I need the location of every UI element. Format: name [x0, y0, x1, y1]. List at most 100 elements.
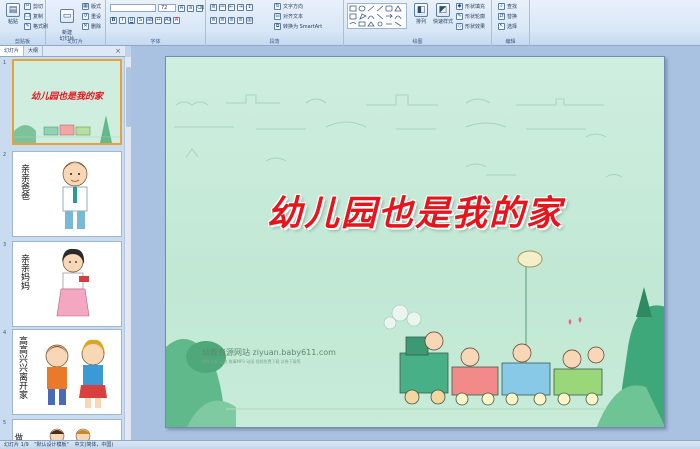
change-case-icon[interactable]: Aa: [164, 17, 171, 24]
slide-number: 5: [3, 420, 7, 426]
slide-count: 幻灯片 1/9: [4, 442, 29, 448]
new-slide-button[interactable]: ▭ 新建 幻灯片: [54, 2, 80, 42]
slide-background-illustration: [166, 94, 664, 427]
panel-scrollbar[interactable]: [124, 57, 131, 440]
layout-icon: ▦: [82, 3, 89, 10]
mother-illustration: [56, 248, 90, 317]
justify-icon[interactable]: ≡: [237, 17, 244, 24]
clipboard-label: 剪贴板: [14, 39, 30, 45]
cut-button[interactable]: ✂ 剪切: [24, 3, 43, 10]
drawing-group: ◧ 排列 ◩ 快速样式 ◆ 形状填充 ✎ 形状轮廓 ◇ 形状效果 绘图: [344, 0, 492, 46]
select-icon: ↖: [498, 23, 505, 30]
increase-indent-icon[interactable]: ⇥: [237, 4, 244, 11]
slide-thumbnail-4[interactable]: 高高兴兴离开家: [12, 329, 122, 415]
strikethrough-icon[interactable]: ab: [146, 17, 153, 24]
thumb-text: 亲亲爸爸: [19, 164, 29, 200]
arrange-button[interactable]: ◧ 排列: [410, 2, 432, 32]
line-spacing-icon[interactable]: ↕: [246, 4, 253, 11]
reset-button[interactable]: ↺ 重设: [82, 13, 101, 20]
clear-format-icon[interactable]: ⌫: [196, 4, 204, 12]
panel-tabs: 幻灯片 大纲: [0, 46, 125, 57]
font-name-field[interactable]: [110, 4, 156, 12]
bullets-icon[interactable]: ≡: [210, 4, 217, 11]
align-text-icon: ⊟: [274, 13, 281, 20]
delete-slide-button[interactable]: ✕ 删除: [82, 23, 101, 30]
drawing-label: 绘图: [412, 39, 423, 45]
tab-outline[interactable]: 大纲: [24, 46, 44, 56]
underline-icon[interactable]: U: [128, 17, 135, 24]
grow-font-icon[interactable]: A: [178, 4, 185, 12]
thumb-text: 高高兴兴离开家: [17, 336, 27, 399]
align-right-icon[interactable]: ≡: [228, 17, 235, 24]
shape-fill-button[interactable]: ◆ 形状填充: [456, 3, 485, 10]
outline-pen-icon: ✎: [456, 13, 463, 20]
paste-icon: ▤: [6, 3, 20, 17]
select-button[interactable]: ↖ 选择: [498, 23, 517, 30]
editing-label: 编辑: [505, 39, 516, 45]
align-left-icon[interactable]: ≡: [210, 17, 217, 24]
align-text-button[interactable]: ⊟ 对齐文本: [274, 13, 303, 20]
bold-icon[interactable]: B: [110, 17, 117, 24]
ribbon: ▤ 粘贴 ✂ 剪切 ❐ 复制 ✎ 格式刷 剪贴板 ▭ 新建 幻灯片 ▦ 版式 ↺ 重设 ✕…: [0, 0, 700, 46]
delete-icon: ✕: [82, 23, 89, 30]
status-bar: 幻灯片 1/9 "默认设计模板" 中文(简体，中国): [0, 440, 700, 449]
slide-thumbnail-2[interactable]: 亲亲爸爸: [12, 151, 122, 237]
thumb-scene-illustration: [14, 115, 120, 143]
font-size-field[interactable]: 72: [158, 4, 176, 12]
find-button[interactable]: ⌕ 查找: [498, 3, 517, 10]
shadow-icon[interactable]: S: [137, 17, 144, 24]
copy-icon: ❐: [24, 13, 31, 20]
theme-name: "默认设计模板": [34, 442, 69, 448]
slide-number: 1: [3, 60, 7, 66]
format-painter-button[interactable]: ✎ 格式刷: [24, 23, 48, 30]
slide-number: 2: [3, 152, 7, 158]
replace-icon: ⇄: [498, 13, 505, 20]
slide-number: 4: [3, 330, 7, 336]
numbering-icon[interactable]: ≔: [219, 4, 226, 11]
char-spacing-icon[interactable]: ↔: [155, 17, 162, 24]
tab-slides[interactable]: 幻灯片: [0, 46, 25, 56]
clipboard-group: ▤ 粘贴 ✂ 剪切 ❐ 复制 ✎ 格式刷 剪贴板: [0, 0, 48, 46]
slides-label: 幻灯片: [67, 39, 83, 45]
layout-button[interactable]: ▦ 版式: [82, 3, 101, 10]
align-center-icon[interactable]: ≡: [219, 17, 226, 24]
text-direction-icon: ⇅: [274, 3, 281, 10]
font-color-icon[interactable]: A: [173, 17, 180, 24]
paste-button[interactable]: ▤ 粘贴: [2, 2, 24, 32]
boy-illustration: [62, 161, 88, 229]
slide-watermark-sub: 课件下载 儿歌 故事MP3 动画 视频免费下载 试卷下载等: [202, 359, 301, 364]
close-panel-icon[interactable]: ×: [115, 47, 121, 55]
shape-outline-button[interactable]: ✎ 形状轮廓: [456, 13, 485, 20]
effects-icon: ◇: [456, 23, 463, 30]
shape-effects-button[interactable]: ◇ 形状效果: [456, 23, 485, 30]
children-illustration: [45, 339, 107, 408]
replace-button[interactable]: ⇄ 替换: [498, 13, 517, 20]
slide-title[interactable]: 幼儿园也是我的家: [166, 185, 664, 236]
slide-watermark: 幼教资源网站 ziyuan.baby611.com: [202, 348, 336, 357]
language-indicator[interactable]: 中文(简体，中国): [74, 442, 113, 448]
font-group: 72 A a ⌫ B I U S ab ↔ Aa A 字体: [106, 0, 206, 46]
shrink-font-icon[interactable]: a: [187, 4, 194, 12]
reset-icon: ↺: [82, 13, 89, 20]
slide-canvas[interactable]: 幼儿园也是我的家 幼教资源网站 ziyuan.baby611.com 课件下载 …: [165, 56, 665, 428]
text-direction-button[interactable]: ⇅ 文字方向: [274, 3, 303, 10]
quick-styles-button[interactable]: ◩ 快速样式: [432, 2, 454, 32]
brush-icon: ✎: [24, 23, 31, 30]
font-label: 字体: [150, 39, 161, 45]
slide-thumbnail-5[interactable]: 做: [12, 419, 122, 441]
slide-thumbnail-1[interactable]: 幼儿园也是我的家: [12, 59, 122, 145]
smartart-icon: ⧉: [274, 23, 281, 30]
smartart-button[interactable]: ⧉ 转换为 SmartArt: [274, 23, 322, 30]
slide-thumbnail-3[interactable]: 亲亲妈妈: [12, 241, 122, 327]
copy-button[interactable]: ❐ 复制: [24, 13, 43, 20]
thumb-text: 亲亲妈妈: [19, 254, 29, 290]
slides-panel: 幻灯片 大纲 × 1 幼儿园也是我的家 2 亲亲爸爸 3 亲亲妈妈 4 高高兴兴…: [0, 46, 125, 441]
shapes-gallery[interactable]: [347, 3, 407, 29]
decrease-indent-icon[interactable]: ⇤: [228, 4, 235, 11]
italic-icon[interactable]: I: [119, 17, 126, 24]
find-icon: ⌕: [498, 3, 505, 10]
arrange-icon: ◧: [414, 3, 428, 17]
columns-icon[interactable]: ▥: [246, 17, 253, 24]
slide-editor: 幼儿园也是我的家 幼教资源网站 ziyuan.baby611.com 课件下载 …: [131, 46, 700, 440]
new-slide-icon: ▭: [60, 9, 74, 23]
